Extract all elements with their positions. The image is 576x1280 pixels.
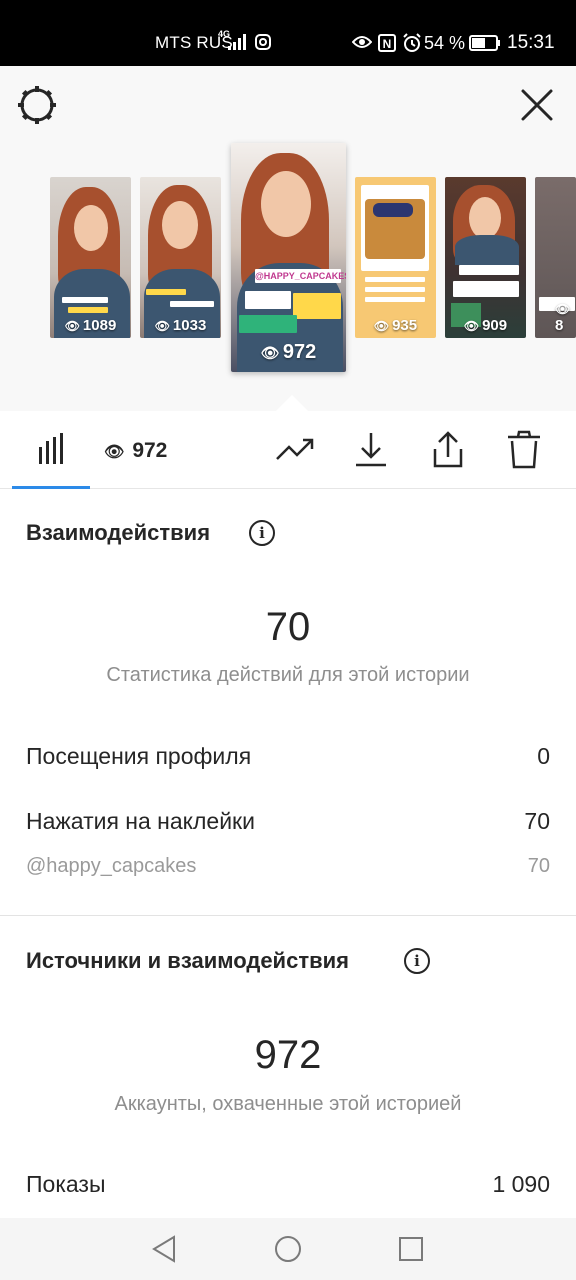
- home-icon[interactable]: [273, 1234, 303, 1264]
- nfc-icon: N: [378, 34, 396, 52]
- profile-visits-label: Посещения профиля: [26, 743, 252, 769]
- story-views: 👁 909: [463, 317, 508, 334]
- signal-icon: [228, 34, 246, 50]
- interactions-caption: Статистика действий для этой истории: [106, 664, 470, 686]
- battery-percent: 54 %: [424, 33, 466, 53]
- close-icon[interactable]: [518, 86, 556, 124]
- story-toolbar: 👁 972: [0, 411, 576, 489]
- trending-up-icon[interactable]: [274, 429, 316, 471]
- story-thumbnail[interactable]: 👁 935: [355, 177, 436, 338]
- story-views: 👁8: [555, 302, 571, 334]
- svg-text:N: N: [383, 37, 392, 51]
- download-icon[interactable]: [350, 429, 392, 471]
- info-icon[interactable]: i: [404, 948, 430, 974]
- section-divider: [0, 915, 576, 916]
- mention-sticker-value: 70: [527, 855, 550, 877]
- profile-visits-value: 0: [537, 743, 550, 769]
- story-thumbnail-selected[interactable]: @HAPPY_CAPCAKES 👁 972: [231, 143, 346, 372]
- back-icon[interactable]: [150, 1234, 180, 1264]
- story-views: 👁 1089: [64, 317, 117, 334]
- story-thumbnail[interactable]: 👁 1089: [50, 177, 131, 338]
- share-icon[interactable]: [427, 429, 469, 471]
- reach-caption: Аккаунты, охваченные этой историей: [114, 1093, 462, 1115]
- eye-icon: 👁: [104, 444, 125, 461]
- stats-bar-chart-icon[interactable]: [12, 411, 90, 489]
- story-views: 👁 972: [260, 341, 317, 363]
- alarm-icon: [403, 33, 421, 52]
- impressions-label: Показы: [26, 1171, 106, 1197]
- active-tab-indicator: [12, 486, 90, 489]
- info-icon[interactable]: i: [249, 520, 275, 546]
- impressions-value: 1 090: [492, 1171, 550, 1197]
- eye-comfort-icon: [352, 36, 372, 48]
- instagram-icon: [255, 34, 271, 50]
- trash-icon[interactable]: [503, 429, 545, 471]
- story-mention-sticker: @HAPPY_CAPCAKES: [255, 269, 346, 283]
- status-bar: MTS RUS 4G N 54 % 15:31: [0, 0, 576, 66]
- selected-story-pointer: [276, 395, 308, 411]
- story-thumbnail[interactable]: 👁8: [535, 177, 576, 338]
- interactions-title: Взаимодействия: [26, 520, 211, 545]
- system-nav-bar: [0, 1218, 576, 1280]
- recents-icon[interactable]: [396, 1234, 426, 1264]
- settings-gear-icon[interactable]: [16, 84, 58, 126]
- story-thumbnail[interactable]: 👁 1033: [140, 177, 221, 338]
- story-thumbnail[interactable]: 👁 909: [445, 177, 526, 338]
- views-count[interactable]: 👁 972: [104, 439, 167, 463]
- mention-sticker-label: @happy_capcakes: [26, 855, 197, 877]
- sticker-taps-value: 70: [524, 808, 550, 834]
- story-views: 👁 1033: [154, 317, 207, 334]
- battery-icon: [469, 35, 500, 51]
- sticker-taps-label: Нажатия на наклейки: [26, 808, 255, 834]
- interactions-total: 70: [265, 605, 311, 649]
- story-views: 👁 935: [373, 317, 418, 334]
- sources-title: Источники и взаимодействия: [26, 948, 349, 973]
- clock: 15:31: [507, 32, 555, 53]
- reach-total: 972: [254, 1033, 322, 1077]
